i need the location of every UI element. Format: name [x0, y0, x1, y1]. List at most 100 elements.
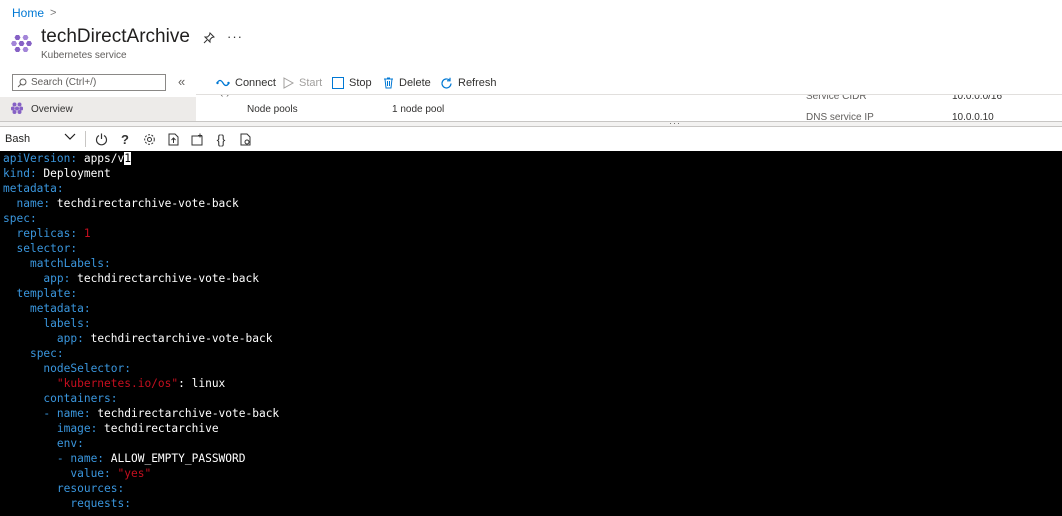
yaml-key: app: [43, 272, 71, 285]
yaml-key: requests: [70, 497, 131, 510]
yaml-key: replicas: [16, 227, 78, 240]
yaml-key: metadata: [3, 182, 64, 195]
resource-type-subtitle: Kubernetes service [41, 50, 127, 61]
yaml-value: techdirectarchive-vote-back [83, 332, 273, 345]
search-icon [17, 78, 27, 87]
terminal-line: requests: [3, 496, 131, 511]
yaml-key: app: [56, 332, 84, 345]
yaml-key: nodeSelector: [43, 362, 131, 375]
yaml-key: selector: [16, 242, 78, 255]
service-cidr-value: 10.0.0.0/16 [952, 94, 1003, 102]
breadcrumb: Home > [12, 6, 56, 20]
breadcrumb-separator: > [50, 7, 57, 19]
terminal-line: spec: [3, 346, 64, 361]
yaml-value: ALLOW_EMPTY_PASSWORD [104, 452, 246, 465]
new-session-icon[interactable] [189, 131, 205, 147]
yaml-value: Deployment [36, 167, 111, 180]
terminal-line: labels: [3, 316, 91, 331]
yaml-value: 1 [77, 227, 91, 240]
yaml-key: kind: [3, 167, 37, 180]
yaml-value: : linux [178, 377, 226, 390]
collapse-menu-icon[interactable]: « [178, 74, 185, 89]
connect-button[interactable]: Connect [216, 74, 276, 92]
terminal-line: selector: [3, 241, 77, 256]
collapse-chevron-icon[interactable]: ‹ › [220, 95, 229, 100]
yaml-key: - name: [56, 452, 105, 465]
breadcrumb-home-link[interactable]: Home [12, 6, 44, 20]
terminal-line: - name: techdirectarchive-vote-back [3, 406, 279, 421]
trash-icon [384, 77, 393, 89]
terminal-line: matchLabels: [3, 256, 111, 271]
terminal-output[interactable]: apiVersion: apps/v1 kind: Deployment metad… [0, 151, 1062, 516]
terminal-line: env: [3, 436, 84, 451]
gear-icon[interactable] [141, 131, 157, 147]
more-options-icon[interactable]: ··· [227, 29, 243, 44]
toolbar-divider [85, 131, 86, 147]
connect-icon [216, 79, 230, 87]
yaml-value: "yes" [110, 467, 152, 480]
stop-button[interactable]: Stop [332, 74, 372, 92]
refresh-icon [441, 77, 452, 89]
help-icon[interactable]: ? [117, 131, 133, 147]
kubernetes-icon [11, 35, 32, 52]
terminal-line: app: techdirectarchive-vote-back [3, 331, 273, 346]
terminal-line: resources: [3, 481, 124, 496]
pin-icon[interactable] [203, 32, 215, 47]
yaml-key: image: [56, 422, 98, 435]
web-preview-icon[interactable] [237, 131, 253, 147]
terminal-line: app: techdirectarchive-vote-back [3, 271, 259, 286]
yaml-value: apps/v [77, 152, 125, 165]
terminal-line: name: techdirectarchive-vote-back [3, 196, 239, 211]
terminal-line: metadata: [3, 301, 91, 316]
terminal-line: spec: [3, 211, 37, 226]
yaml-key: - name: [43, 407, 91, 420]
essentials-panel: ‹ › Node pools 1 node pool Service CIDR … [196, 94, 1062, 123]
yaml-key: value: [70, 467, 111, 480]
yaml-key: resources: [56, 482, 125, 495]
terminal-line: apiVersion: apps/v1 [3, 151, 131, 166]
terminal-line: value: "yes" [3, 466, 151, 481]
yaml-key: apiVersion: [3, 152, 78, 165]
editor-braces-icon[interactable]: {} [213, 131, 229, 147]
upload-download-icon[interactable] [165, 131, 181, 147]
terminal-line: image: techdirectarchive [3, 421, 219, 436]
node-pools-label: Node pools [247, 104, 298, 115]
terminal-line: nodeSelector: [3, 361, 131, 376]
terminal-cursor: 1 [124, 152, 131, 165]
terminal-line: containers: [3, 391, 118, 406]
refresh-button[interactable]: Refresh [440, 74, 497, 92]
sidebar-item-overview[interactable]: Overview [0, 97, 196, 121]
terminal-line: kind: Deployment [3, 166, 111, 181]
stop-icon [332, 77, 344, 89]
yaml-key: env: [56, 437, 84, 450]
start-button[interactable]: Start [283, 74, 322, 92]
search-placeholder: Search (Ctrl+/) [31, 77, 97, 88]
chevron-down-icon[interactable] [64, 130, 76, 145]
yaml-key: containers: [43, 392, 118, 405]
delete-button[interactable]: Delete [383, 74, 431, 92]
node-pools-value[interactable]: 1 node pool [392, 104, 444, 115]
terminal-line: "kubernetes.io/os": linux [3, 376, 225, 391]
page-title: techDirectArchive [41, 26, 190, 47]
yaml-key: template: [16, 287, 78, 300]
search-input[interactable]: Search (Ctrl+/) [12, 74, 166, 91]
service-cidr-label: Service CIDR [806, 94, 867, 102]
restart-icon[interactable] [93, 131, 109, 147]
kubernetes-icon [10, 102, 24, 117]
yaml-key: spec: [29, 347, 64, 360]
play-icon [283, 77, 294, 89]
yaml-key: labels: [43, 317, 91, 330]
cloud-shell-toolbar [0, 127, 1062, 151]
yaml-key: metadata: [29, 302, 91, 315]
yaml-key: name: [16, 197, 51, 210]
yaml-key: spec: [3, 212, 37, 225]
yaml-value: techdirectarchive-vote-back [50, 197, 239, 210]
yaml-value: techdirectarchive-vote-back [70, 272, 259, 285]
terminal-line: - name: ALLOW_EMPTY_PASSWORD [3, 451, 246, 466]
yaml-value: techdirectarchive-vote-back [90, 407, 280, 420]
yaml-key: "kubernetes.io/os" [56, 377, 179, 390]
terminal-line: template: [3, 286, 77, 301]
terminal-line: metadata: [3, 181, 64, 196]
shell-type-select[interactable]: Bash [5, 133, 30, 145]
terminal-line: replicas: 1 [3, 226, 91, 241]
